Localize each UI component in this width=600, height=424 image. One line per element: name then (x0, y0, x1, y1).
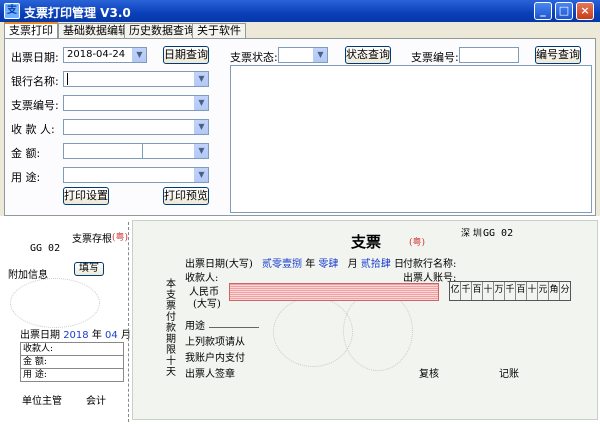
close-button[interactable]: × (576, 2, 594, 20)
stub-date-prefix: 出票日期 (20, 330, 60, 341)
record-label: 记账 (499, 369, 519, 380)
purpose-line (209, 327, 259, 328)
number-label: 支票编号: (411, 51, 459, 64)
date-query-button[interactable]: 日期查询 (163, 46, 209, 64)
payment-period-note: 本支票付款期限十天 (166, 279, 176, 378)
unit-jiao: 角 (549, 282, 560, 300)
cheque-code: GG 02 (483, 228, 514, 239)
issue-date-value: 2018-04-24 (67, 49, 126, 60)
results-list[interactable] (230, 65, 592, 213)
amount-label: 金 额: (11, 147, 41, 160)
cheque-no-combo[interactable]: ▼ (63, 95, 209, 111)
chevron-down-icon[interactable]: ▼ (194, 144, 208, 158)
chevron-down-icon[interactable]: ▼ (194, 168, 208, 182)
stub-title: 支票存根 (72, 234, 112, 245)
status-query-button[interactable]: 状态查询 (345, 46, 391, 64)
number-query-button[interactable]: 编号查询 (535, 46, 581, 64)
print-preview-button[interactable]: 打印预览 (163, 187, 209, 205)
unit-fen: 分 (560, 285, 570, 295)
cheque-stub: 支票存根 (粤) GG 02 附加信息 填写 出票日期 2018 年 04 月 … (0, 216, 160, 424)
chevron-down-icon[interactable]: ▼ (194, 72, 208, 86)
cheque-title-paren: (粤) (409, 238, 426, 248)
watermark-rosette (343, 291, 413, 371)
title-bar[interactable]: 支 支票打印管理 V3.0 _ □ × (0, 0, 600, 22)
rmb-sub-label: (大写) (193, 299, 221, 310)
cheque-day-text: 贰拾肆 (360, 259, 391, 270)
maximize-button[interactable]: □ (555, 2, 573, 20)
number-input[interactable] (459, 47, 519, 63)
stub-row-amount: 金 额: (21, 356, 123, 369)
cheque-preview: 支票存根 (粤) GG 02 附加信息 填写 出票日期 2018 年 04 月 … (0, 216, 600, 424)
unit-bai: 百 (472, 282, 483, 300)
stub-code: GG 02 (30, 243, 61, 254)
tab-about[interactable]: 关于软件 (192, 23, 246, 39)
amount-words-field (229, 283, 439, 301)
window-title: 支票打印管理 V3.0 (24, 6, 131, 20)
cheque-payee-label: 收款人: (185, 273, 219, 284)
purpose-label: 用 途: (11, 171, 41, 184)
payee-combo[interactable]: ▼ (63, 119, 209, 135)
amount-digit-grid: 亿 千 百 十 万 千 百 十 元 角 分 (449, 281, 571, 301)
unit-qian-2: 千 (505, 282, 516, 300)
unit-shi-2: 十 (527, 282, 538, 300)
instruction-line-2: 我账户内支付 (185, 353, 245, 364)
cheque-purpose-label: 用途 (185, 321, 205, 332)
issue-date-picker[interactable]: 2018-04-24 ▼ (63, 47, 147, 63)
bank-name-combo[interactable]: ▼ (63, 71, 209, 87)
minimize-button[interactable]: _ (534, 2, 552, 20)
watermark-rosette (10, 278, 100, 328)
bank-name-label: 银行名称: (11, 75, 59, 88)
unit-yi: 亿 (450, 282, 461, 300)
issue-date-label: 出票日期: (11, 51, 59, 64)
cheque-month-text: 零肆 (318, 259, 339, 270)
chevron-down-icon[interactable]: ▼ (313, 48, 327, 62)
cheque-title: 支票 (351, 233, 382, 251)
stub-year: 2018 (63, 330, 89, 341)
status-combo[interactable]: ▼ (278, 47, 328, 63)
signature-label: 出票人签章 (185, 369, 235, 380)
stub-row-payee: 收款人: (21, 343, 123, 356)
status-label: 支票状态: (230, 51, 278, 64)
tab-history-query[interactable]: 历史数据查询 (124, 23, 200, 39)
tab-basic-data-edit[interactable]: 基础数据编辑 (58, 23, 134, 39)
unit-bai-2: 百 (516, 282, 527, 300)
cheque-no-label: 支票编号: (11, 99, 59, 112)
stub-accountant-label: 会计 (86, 396, 106, 407)
print-panel: 出票日期: 2018-04-24 ▼ 日期查询 银行名称: ▼ 支票编号: ▼ … (4, 38, 596, 216)
chevron-down-icon[interactable]: ▼ (194, 120, 208, 134)
review-label: 复核 (419, 369, 439, 380)
unit-shi: 十 (483, 282, 494, 300)
unit-wan: 万 (494, 282, 505, 300)
stub-month: 04 (105, 330, 118, 341)
payee-label: 收 款 人: (11, 123, 55, 136)
cheque-body: 支票 (粤) 深 圳 GG 02 出票日期(大写) 贰零壹捌 年 零肆 月 贰拾… (132, 220, 598, 420)
stub-supervisor-label: 单位主管 (22, 396, 62, 407)
app-icon: 支 (4, 3, 20, 19)
unit-qian: 千 (461, 282, 472, 300)
text-cursor (67, 73, 68, 85)
purpose-combo[interactable]: ▼ (63, 167, 209, 183)
stub-title-paren: (粤) (112, 233, 129, 243)
instruction-line-1: 上列款项请从 (185, 337, 245, 348)
chevron-down-icon[interactable]: ▼ (132, 48, 146, 62)
main-window: 支 支票打印管理 V3.0 _ □ × 支票打印 基础数据编辑 历史数据查询 关… (0, 0, 600, 424)
cheque-year-unit: 年 (305, 259, 316, 270)
stub-row-purpose: 用 途: (23, 370, 47, 380)
unit-yuan: 元 (538, 282, 549, 300)
watermark-rosette (273, 297, 353, 367)
chevron-down-icon[interactable]: ▼ (194, 96, 208, 110)
stub-month-unit: 月 (120, 330, 131, 341)
cheque-region: 深 圳 (461, 229, 482, 239)
print-settings-button[interactable]: 打印设置 (63, 187, 109, 205)
payer-bank-label: 付款行名称: (403, 259, 457, 270)
stub-year-unit: 年 (91, 330, 102, 341)
perforation-line (128, 222, 129, 422)
cheque-month-unit: 月 (347, 259, 358, 270)
fill-button[interactable]: 填写 (74, 262, 104, 276)
amount-input[interactable] (63, 143, 143, 159)
stub-fields-table: 收款人: 金 额: 用 途: (20, 342, 124, 382)
cheque-year-text: 贰零壹捌 (262, 259, 302, 270)
amount-combo[interactable]: ▼ (142, 143, 209, 159)
